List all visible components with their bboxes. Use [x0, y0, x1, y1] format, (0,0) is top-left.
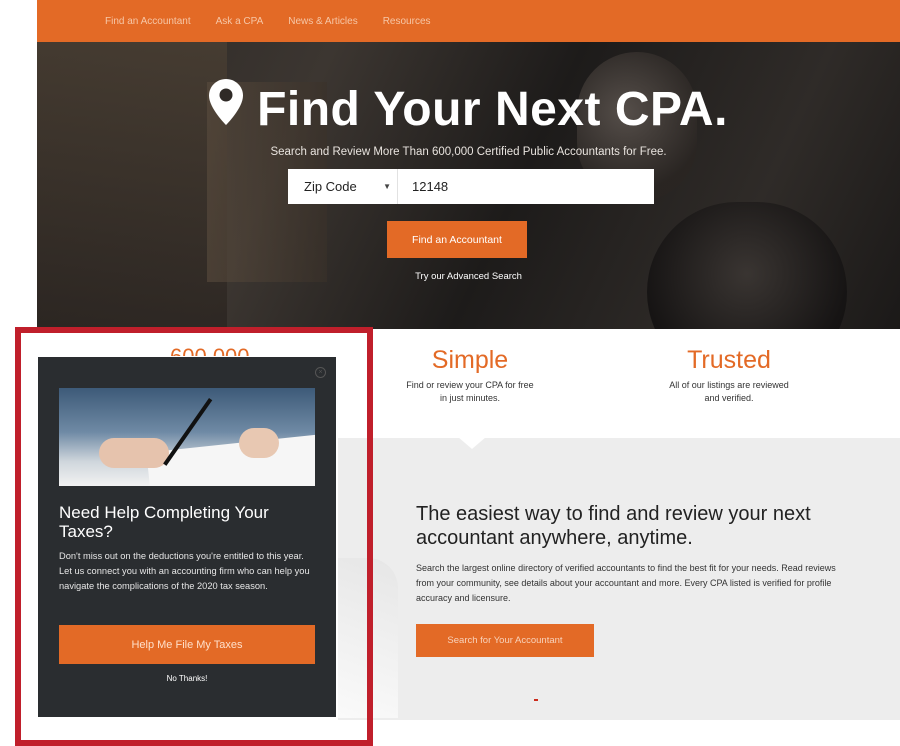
section-heading-line: accountant anywhere, anytime.: [416, 527, 693, 549]
page-title: Find Your Next CPA.: [257, 83, 728, 136]
file-taxes-button[interactable]: Help Me File My Taxes: [59, 625, 315, 664]
feature-text: Find or review your CPA for free in just…: [395, 379, 545, 405]
feature-text-line: Find or review your CPA for free: [406, 380, 534, 390]
advanced-search-link[interactable]: Try our Advanced Search: [37, 271, 900, 282]
no-thanks-link[interactable]: No Thanks!: [38, 674, 336, 683]
section-description: Search the largest online directory of v…: [416, 563, 836, 603]
nav-resources[interactable]: Resources: [383, 16, 431, 27]
section-notch: [458, 437, 486, 449]
red-mark: [534, 699, 538, 701]
nav-ask-cpa[interactable]: Ask a CPA: [216, 16, 264, 27]
modal-image: [59, 388, 315, 486]
paper-shape: [146, 433, 315, 486]
hero-section: Find Your Next CPA. Search and Review Mo…: [37, 42, 900, 329]
info-section: The easiest way to find and review your …: [338, 437, 900, 720]
location-pin-icon: [209, 79, 244, 137]
section-heading: The easiest way to find and review your …: [416, 502, 856, 550]
find-accountant-button[interactable]: Find an Accountant: [387, 221, 527, 258]
feature-trusted: Trusted All of our listings are reviewed…: [650, 346, 808, 405]
hand-shape: [239, 428, 279, 458]
hand-shape: [99, 438, 169, 468]
tax-help-modal: × Need Help Completing Your Taxes? Don't…: [38, 357, 336, 717]
search-bar: Zip Code ▼: [288, 169, 654, 204]
feature-text-line: in just minutes.: [439, 393, 501, 403]
modal-text: Don't miss out on the deductions you're …: [59, 551, 310, 591]
feature-simple: Simple Find or review your CPA for free …: [395, 346, 545, 405]
feature-text-line: and verified.: [704, 393, 754, 403]
feature-text-line: All of our listings are reviewed: [669, 380, 789, 390]
nav-find-accountant[interactable]: Find an Accountant: [105, 16, 191, 27]
nav-news-articles[interactable]: News & Articles: [288, 16, 357, 27]
section-heading-line: The easiest way to find and review your …: [416, 503, 811, 525]
search-type-value: Zip Code: [304, 179, 357, 194]
search-accountant-button[interactable]: Search for Your Accountant: [416, 624, 594, 657]
modal-heading: Need Help Completing Your Taxes?: [59, 503, 269, 541]
feature-text: All of our listings are reviewed and ver…: [650, 379, 808, 405]
hero-photo-person: [647, 202, 847, 329]
search-type-select[interactable]: Zip Code ▼: [288, 169, 398, 204]
chevron-down-icon: ▼: [383, 182, 391, 191]
hero-subtitle: Search and Review More Than 600,000 Cert…: [270, 146, 667, 158]
feature-title: Simple: [431, 346, 509, 374]
close-icon[interactable]: ×: [315, 367, 326, 378]
zip-code-input[interactable]: [398, 178, 644, 195]
feature-title: Trusted: [687, 346, 771, 374]
hero-title-wrap: Find Your Next CPA.: [37, 79, 900, 141]
top-nav: Find an Accountant Ask a CPA News & Arti…: [37, 0, 900, 42]
